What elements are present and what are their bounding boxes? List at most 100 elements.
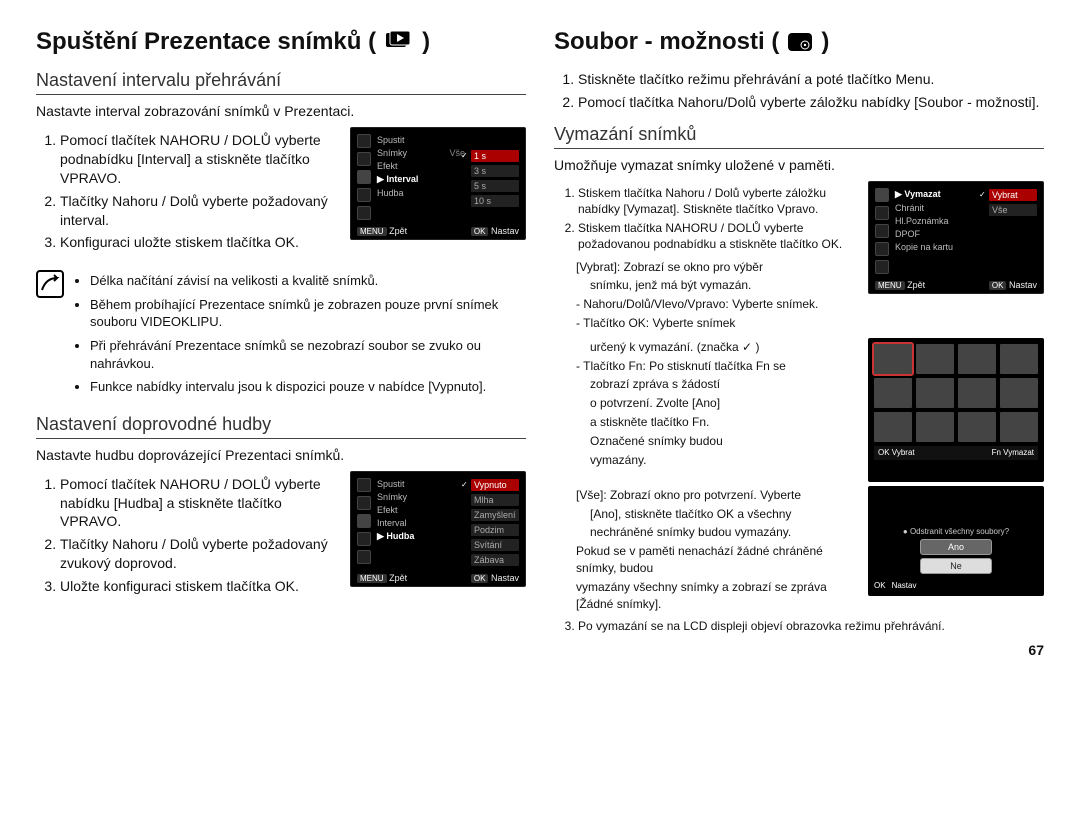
vybrat-nav: - Nahoru/Dolů/Vlevo/Vpravo: Vyberte sním… — [554, 296, 856, 313]
note-icon — [36, 270, 64, 401]
left-title-text: Spuštění Prezentace snímků ( — [36, 28, 376, 56]
lcd-menuitem: Efekt — [377, 504, 465, 516]
lcd-menuitem: Hl.Poznámka — [895, 215, 983, 227]
left-title-close: ) — [422, 28, 430, 56]
interval-step-2: Tlačítky Nahoru / Dolů vyberte požadovan… — [60, 192, 338, 230]
delete-step-2: Stiskem tlačítka NAHORU / DOLŮ vyberte p… — [578, 220, 856, 252]
lcd-option: 10 s — [471, 195, 519, 207]
right-title: Soubor - možnosti ( ) — [554, 28, 1044, 56]
vybrat-ok: - Tlačítko OK: Vyberte snímek — [554, 315, 856, 332]
tail-line-1: Pokud se v paměti nenachází žádné chráně… — [554, 543, 856, 577]
lcd-menuitem-selected: ▶ Vymazat — [895, 188, 983, 201]
thumbs-delete-label: Vymazat — [1003, 448, 1034, 457]
right-title-close: ) — [821, 28, 829, 56]
vybrat-mark: určený k vymazání. (značka ✓ ) — [554, 339, 856, 356]
lcd-menuitem: Spustit — [377, 478, 465, 490]
lcd-key-menu: MENU — [357, 227, 387, 236]
lcd-back-label: Zpět — [389, 573, 407, 583]
music-steps: Pomocí tlačítek NAHORU / DOLŮ vyberte na… — [36, 475, 338, 596]
slideshow-play-icon — [384, 31, 414, 53]
lcd-back-label: Zpět — [389, 226, 407, 236]
delete-step-3: Po vymazání se na LCD displeji objeví ob… — [578, 618, 1044, 634]
music-step-3: Uložte konfiguraci stiskem tlačítka OK. — [60, 577, 338, 596]
delete-step-1: Stiskem tlačítka Nahoru / Dolů vyberte z… — [578, 185, 856, 217]
page-number: 67 — [554, 642, 1044, 658]
interval-lead: Nastavte interval zobrazování snímků v P… — [36, 103, 526, 119]
delete-lead: Umožňuje vymazat snímky uložené v paměti… — [554, 157, 1044, 173]
lcd-key-fn: Fn — [992, 448, 1001, 457]
lcd-option: Vše — [989, 204, 1037, 216]
delete-step-3-list: Po vymazání se na LCD displeji objeví ob… — [554, 618, 1044, 634]
lcd-menuitem: Kopie na kartu — [895, 241, 983, 253]
music-lcd-screenshot: Spustit Snímky Efekt Interval ▶ Hudba Vy… — [350, 471, 526, 587]
lcd-menuitem: Snímky — [377, 491, 465, 503]
lcd-option-selected: Vypnuto — [471, 479, 519, 491]
delete-steps: Stiskem tlačítka Nahoru / Dolů vyberte z… — [554, 185, 856, 253]
lcd-key-ok: OK — [989, 281, 1007, 290]
vybrat-fn-3: o potvrzení. Zvolte [Ano] — [554, 395, 856, 412]
delete-heading: Vymazání snímků — [554, 124, 1044, 149]
lcd-set-label: Nastav — [491, 226, 519, 236]
note-item: Při přehrávání Prezentace snímků se nezo… — [90, 337, 526, 372]
lcd-menuitem: Interval — [377, 517, 465, 529]
lcd-key-ok: OK — [878, 448, 890, 457]
lcd-option: Podzim — [471, 524, 519, 536]
lcd-key-ok: OK — [471, 574, 489, 583]
interval-steps: Pomocí tlačítek NAHORU / DOLŮ vyberte po… — [36, 131, 338, 252]
lcd-option: Zamyšlení — [471, 509, 519, 521]
lcd-key-menu: MENU — [357, 574, 387, 583]
interval-step-1: Pomocí tlačítek NAHORU / DOLŮ vyberte po… — [60, 131, 338, 188]
vse-line-1: [Ano], stiskněte tlačítko OK a všechny — [554, 506, 856, 523]
note-box: Délka načítání závisí na velikosti a kva… — [36, 270, 526, 401]
lcd-menuitem-selected: ▶ Interval — [377, 173, 465, 186]
lcd-key-ok: OK — [874, 581, 886, 590]
lcd-option: 5 s — [471, 180, 519, 192]
thumbnail-grid-screenshot: OK Vybrat Fn Vymazat — [868, 338, 1044, 482]
lcd-menuitem: Spustit — [377, 134, 465, 146]
tail-line-2: vymazány všechny snímky a zobrazí se zpr… — [554, 579, 856, 613]
dialog-set-label: Nastav — [892, 581, 917, 590]
file-intro-step-2: Pomocí tlačítka Nahoru/Dolů vyberte zálo… — [578, 93, 1044, 112]
vybrat-line: snímku, jenž má být vymazán. — [554, 277, 856, 294]
left-title: Spuštění Prezentace snímků ( ) — [36, 28, 526, 56]
music-lead: Nastavte hudbu doprovázející Prezentaci … — [36, 447, 526, 463]
right-column: Soubor - možnosti ( ) Stiskněte tlačítko… — [554, 28, 1044, 658]
vybrat-fn-6: vymazány. — [554, 452, 856, 469]
dialog-yes-button: Ano — [920, 539, 992, 555]
vse-line-2: nechráněné snímky budou vymazány. — [554, 524, 856, 541]
note-item: Funkce nabídky intervalu jsou k dispozic… — [90, 378, 526, 396]
vybrat-fn-2: zobrazí zpráva s žádostí — [554, 376, 856, 393]
lcd-key-menu: MENU — [875, 281, 905, 290]
music-heading: Nastavení doprovodné hudby — [36, 414, 526, 439]
lcd-option: 3 s — [471, 165, 519, 177]
lcd-menuitem: Hudba — [377, 187, 465, 199]
lcd-menuitem: DPOF — [895, 228, 983, 240]
delete-lcd-screenshot: ▶ Vymazat Chránit Hl.Poznámka DPOF Kopie… — [868, 181, 1044, 294]
lcd-option: Zábava — [471, 554, 519, 566]
lcd-key-ok: OK — [471, 227, 489, 236]
lcd-menuitem: Efekt — [377, 160, 465, 172]
file-gear-icon — [787, 32, 813, 52]
note-item: Délka načítání závisí na velikosti a kva… — [90, 272, 526, 290]
vse-label: [Vše]: Zobrazí okno pro potvrzení. Vyber… — [554, 487, 856, 504]
vybrat-fn-1: - Tlačítko Fn: Po stisknutí tlačítka Fn … — [554, 358, 856, 375]
lcd-back-label: Zpět — [907, 280, 925, 290]
interval-step-3: Konfiguraci uložte stiskem tlačítka OK. — [60, 233, 338, 252]
vybrat-label: [Vybrat]: Zobrazí se okno pro výběr — [554, 259, 856, 276]
lcd-set-label: Nastav — [491, 573, 519, 583]
file-intro-steps: Stiskněte tlačítko režimu přehrávání a p… — [554, 70, 1044, 112]
right-title-text: Soubor - možnosti ( — [554, 28, 779, 56]
confirm-dialog-screenshot: ● Odstranit všechny soubory? Ano Ne OK Na… — [868, 486, 1044, 596]
lcd-option: Svítání — [471, 539, 519, 551]
lcd-option: Mlha — [471, 494, 519, 506]
interval-heading: Nastavení intervalu přehrávání — [36, 70, 526, 95]
vybrat-fn-5: Označené snímky budou — [554, 433, 856, 450]
interval-lcd-screenshot: Spustit SnímkyVše Efekt ▶ Interval Hudba… — [350, 127, 526, 240]
lcd-menuitem-selected: ▶ Hudba — [377, 530, 465, 543]
left-column: Spuštění Prezentace snímků ( ) Nastavení… — [36, 28, 526, 658]
dialog-no-button: Ne — [920, 558, 992, 574]
lcd-option-selected: 1 s — [471, 150, 519, 162]
music-step-2: Tlačítky Nahoru / Dolů vyberte požadovan… — [60, 535, 338, 573]
dialog-title: ● Odstranit všechny soubory? — [874, 527, 1038, 536]
thumbs-select-label: Vybrat — [892, 448, 915, 457]
